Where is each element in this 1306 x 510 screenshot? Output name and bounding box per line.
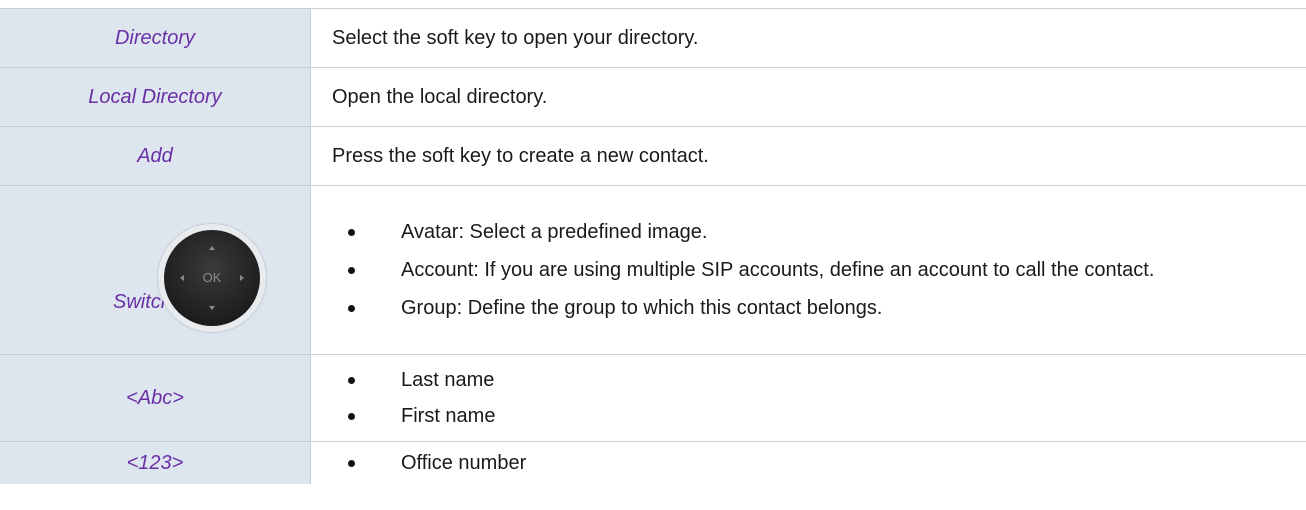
bullet-icon [348, 267, 355, 274]
table-row: <Abc> Last name First name [0, 354, 1306, 442]
bullet-icon [348, 305, 355, 312]
table-row: Directory Select the soft key to open yo… [0, 8, 1306, 68]
list-item: Last name [321, 365, 1306, 395]
bullet-icon [348, 377, 355, 384]
list-item-text: First name [401, 405, 496, 427]
switch-key-group: Switch or OK [0, 186, 310, 354]
key-cell: Add [0, 126, 311, 186]
soft-key-label: <123> [126, 451, 184, 474]
table-row: Switch or OK Avatar: Select a predefined… [0, 185, 1306, 355]
soft-key-label: Add [137, 144, 173, 167]
soft-key-label: <Abc> [126, 386, 184, 409]
list-item: Office number [321, 448, 1306, 478]
list-item-text: Account: If you are using multiple SIP a… [401, 259, 1155, 281]
bullet-list: Avatar: Select a predefined image. Accou… [321, 217, 1306, 323]
description-text: Press the soft key to create a new conta… [332, 145, 709, 167]
key-cell: Directory [0, 8, 311, 68]
list-item: Avatar: Select a predefined image. [321, 217, 1306, 247]
list-item-text: Group: Define the group to which this co… [401, 297, 883, 319]
description-cell: Avatar: Select a predefined image. Accou… [310, 185, 1306, 355]
description-cell: Office number [310, 441, 1306, 484]
navigation-pad-icon: OK [158, 224, 266, 332]
description-text: Open the local directory. [332, 86, 548, 108]
bullet-list: Office number [321, 448, 1306, 478]
table-row: <123> Office number [0, 441, 1306, 484]
soft-key-label: Directory [114, 26, 195, 49]
key-cell: Local Directory [0, 67, 311, 127]
description-text: Select the soft key to open your directo… [332, 27, 699, 49]
bullet-icon [348, 413, 355, 420]
ok-label: OK [202, 270, 222, 285]
description-cell: Press the soft key to create a new conta… [310, 126, 1306, 186]
bullet-icon [348, 229, 355, 236]
description-cell: Last name First name [310, 354, 1306, 442]
list-item-text: Last name [401, 369, 495, 391]
key-cell: <Abc> [0, 354, 311, 442]
key-cell: <123> [0, 441, 311, 484]
list-item-text: Office number [401, 452, 527, 474]
navigation-pad-center: OK [164, 230, 260, 326]
description-cell: Select the soft key to open your directo… [310, 8, 1306, 68]
list-item: First name [321, 401, 1306, 431]
bullet-list: Last name First name [321, 365, 1306, 431]
instruction-table: Directory Select the soft key to open yo… [0, 8, 1306, 484]
table-row: Add Press the soft key to create a new c… [0, 126, 1306, 186]
soft-key-label: Local Directory [88, 85, 222, 108]
bullet-icon [348, 460, 355, 467]
description-cell: Open the local directory. [310, 67, 1306, 127]
key-cell: Switch or OK [0, 185, 311, 355]
table-row: Local Directory Open the local directory… [0, 67, 1306, 127]
list-item-text: Avatar: Select a predefined image. [401, 221, 708, 243]
list-item: Group: Define the group to which this co… [321, 293, 1306, 323]
list-item: Account: If you are using multiple SIP a… [321, 255, 1306, 285]
